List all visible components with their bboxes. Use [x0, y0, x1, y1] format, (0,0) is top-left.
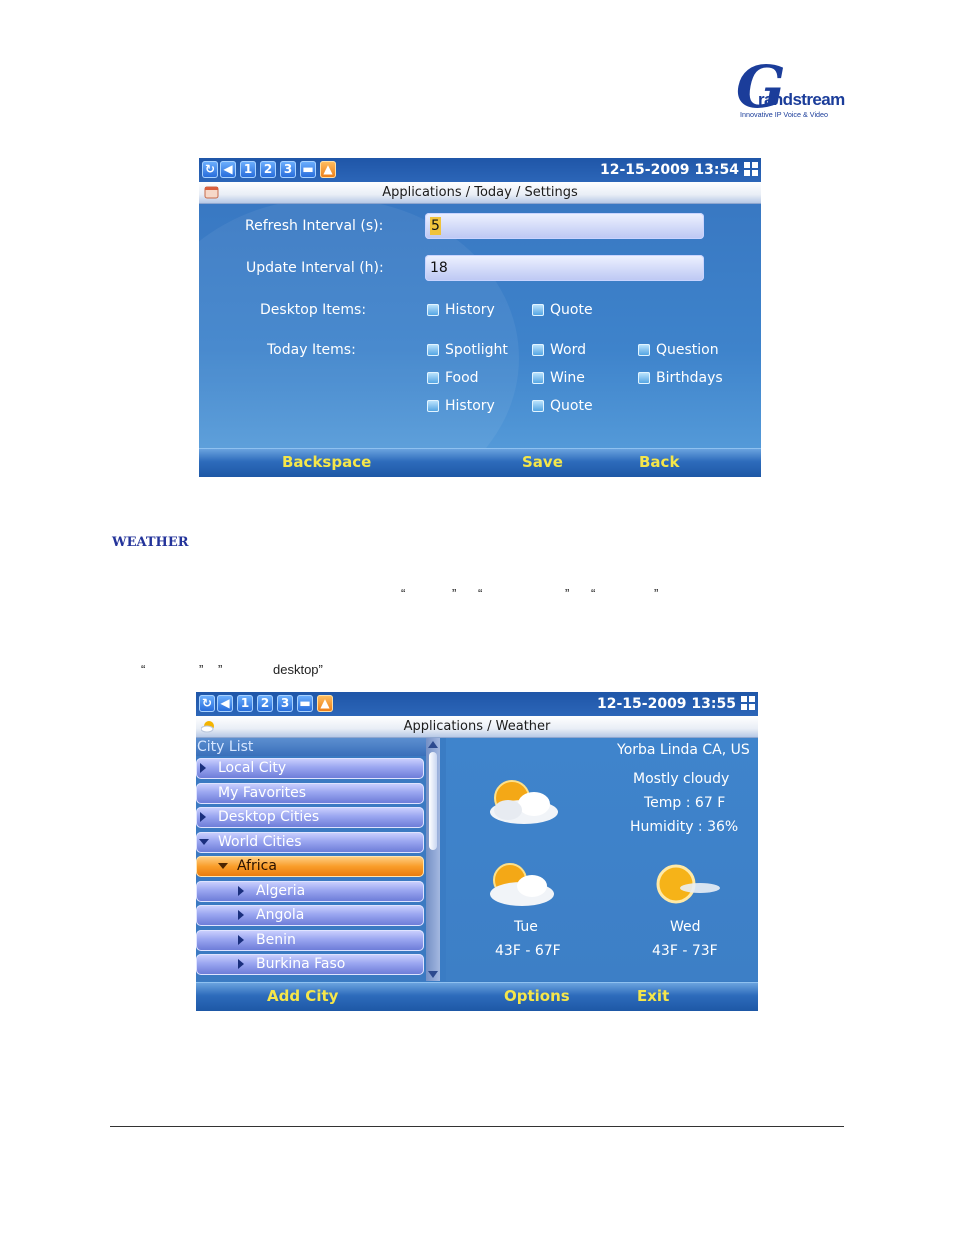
- city-list-header: City List: [196, 738, 426, 756]
- scroll-down-icon[interactable]: [428, 971, 438, 978]
- expand-arrow-icon: [200, 763, 206, 773]
- expand-arrow-icon: [238, 910, 244, 920]
- grandstream-logo: G randstream Innovative IP Voice & Video: [736, 58, 845, 122]
- datetime: 12-15-2009 13:55: [597, 696, 736, 712]
- datetime: 12-15-2009 13:54: [600, 162, 739, 178]
- exit-button[interactable]: Exit: [637, 987, 669, 1005]
- grid-icon[interactable]: [744, 162, 758, 176]
- quote-mark: “: [141, 662, 146, 677]
- refresh-interval-input[interactable]: 5: [425, 213, 704, 239]
- quote-mark: ”: [452, 586, 457, 601]
- quote-mark: “: [591, 586, 596, 601]
- folder-icon[interactable]: ▬: [300, 161, 316, 178]
- quote-mark: ”: [654, 586, 659, 601]
- current-condition: Mostly cloudy: [633, 771, 730, 787]
- list-item-africa[interactable]: Africa: [196, 856, 424, 877]
- volume-icon[interactable]: ◀: [220, 161, 236, 178]
- back-button[interactable]: Back: [639, 453, 679, 471]
- list-item-local-city[interactable]: Local City: [196, 758, 424, 779]
- add-city-button[interactable]: Add City: [267, 987, 338, 1005]
- update-interval-label: Update Interval (h):: [246, 260, 384, 276]
- quote-mark: “: [478, 586, 483, 601]
- weather-screenshot: ↻ ◀ 1 2 3 ▬ ▲ 12-15-2009 13:55 Applicati…: [196, 692, 758, 1011]
- quote-mark: ”: [565, 586, 570, 601]
- refresh-interval-value: 5: [430, 217, 441, 235]
- quote-mark: “: [401, 586, 406, 601]
- volume-icon[interactable]: ◀: [217, 695, 233, 712]
- quote-mark: ”: [218, 662, 223, 677]
- forecast-day-tue: Tue: [514, 919, 538, 935]
- list-item-benin[interactable]: Benin: [196, 930, 424, 951]
- refresh-icon[interactable]: ↻: [202, 161, 218, 178]
- status-bar: ↻ ◀ 1 2 3 ▬ ▲ 12-15-2009 13:54: [199, 158, 761, 182]
- list-item-algeria[interactable]: Algeria: [196, 881, 424, 902]
- mostly-cloudy-icon: [490, 780, 558, 824]
- sunny-icon: [656, 864, 720, 904]
- city-list-scrollbar[interactable]: [426, 738, 440, 981]
- options-button[interactable]: Options: [504, 987, 570, 1005]
- list-item-angola[interactable]: Angola: [196, 905, 424, 926]
- forecast-range-tue: 43F - 67F: [495, 943, 561, 959]
- desktop-items-label: Desktop Items:: [260, 302, 367, 318]
- softkey-bar: Backspace Save Back: [199, 448, 761, 477]
- alert-icon[interactable]: ▲: [320, 161, 336, 178]
- line-1-icon[interactable]: 1: [237, 695, 253, 712]
- save-button[interactable]: Save: [522, 453, 563, 471]
- expand-arrow-icon: [238, 935, 244, 945]
- list-item-world-cities[interactable]: World Cities: [196, 832, 424, 853]
- page-title: Applications / Weather: [403, 719, 551, 734]
- forecast-range-wed: 43F - 73F: [652, 943, 718, 959]
- refresh-interval-label: Refresh Interval (s):: [245, 218, 384, 234]
- section-heading: WEATHER: [112, 535, 189, 550]
- refresh-icon[interactable]: ↻: [199, 695, 215, 712]
- footer-rule: [110, 1126, 844, 1127]
- line-2-icon[interactable]: 2: [257, 695, 273, 712]
- current-humidity: Humidity : 36%: [630, 819, 739, 835]
- line-1-icon[interactable]: 1: [240, 161, 256, 178]
- today-items-label: Today Items:: [267, 342, 356, 358]
- collapse-arrow-icon: [218, 863, 228, 869]
- list-item-burkina-faso[interactable]: Burkina Faso: [196, 954, 424, 975]
- page-title: Applications / Today / Settings: [382, 185, 578, 200]
- partly-cloudy-icon: [490, 863, 554, 906]
- scroll-up-icon[interactable]: [428, 741, 438, 748]
- alert-icon[interactable]: ▲: [317, 695, 333, 712]
- logo-tagline: Innovative IP Voice & Video: [740, 110, 829, 119]
- backspace-button[interactable]: Backspace: [282, 453, 371, 471]
- background-swoosh: [199, 198, 519, 477]
- today-settings-screenshot: ↻ ◀ 1 2 3 ▬ ▲ 12-15-2009 13:54 Applicati…: [199, 158, 761, 477]
- expand-arrow-icon: [238, 959, 244, 969]
- list-item-desktop-cities[interactable]: Desktop Cities: [196, 807, 424, 828]
- expand-arrow-icon: [200, 812, 206, 822]
- line-2-icon[interactable]: 2: [260, 161, 276, 178]
- line-3-icon[interactable]: 3: [277, 695, 293, 712]
- expand-arrow-icon: [238, 886, 244, 896]
- city-list-panel: City List Local City My Favorites Deskto…: [196, 738, 426, 981]
- quote-mark: ”: [199, 662, 204, 677]
- update-interval-value: 18: [430, 260, 448, 276]
- collapse-arrow-icon: [199, 839, 209, 845]
- status-bar: ↻ ◀ 1 2 3 ▬ ▲ 12-15-2009 13:55: [196, 692, 758, 716]
- grid-icon[interactable]: [741, 696, 755, 710]
- line-3-icon[interactable]: 3: [280, 161, 296, 178]
- update-interval-input[interactable]: 18: [425, 255, 704, 281]
- title-bar: Applications / Today / Settings: [199, 182, 761, 204]
- folder-icon[interactable]: ▬: [297, 695, 313, 712]
- current-temperature: Temp : 67 F: [644, 795, 726, 811]
- body-text: desktop”: [273, 662, 323, 677]
- title-bar: Applications / Weather: [196, 716, 758, 738]
- location-name: Yorba Linda CA, US: [617, 742, 750, 758]
- scroll-thumb[interactable]: [429, 752, 437, 850]
- logo-word: randstream: [758, 90, 845, 109]
- weather-panel: Yorba Linda CA, US Mostly cloudy Temp : …: [446, 738, 758, 981]
- list-item-my-favorites[interactable]: My Favorites: [196, 783, 424, 804]
- softkey-bar: Add City Options Exit: [196, 982, 758, 1011]
- forecast-day-wed: Wed: [670, 919, 701, 935]
